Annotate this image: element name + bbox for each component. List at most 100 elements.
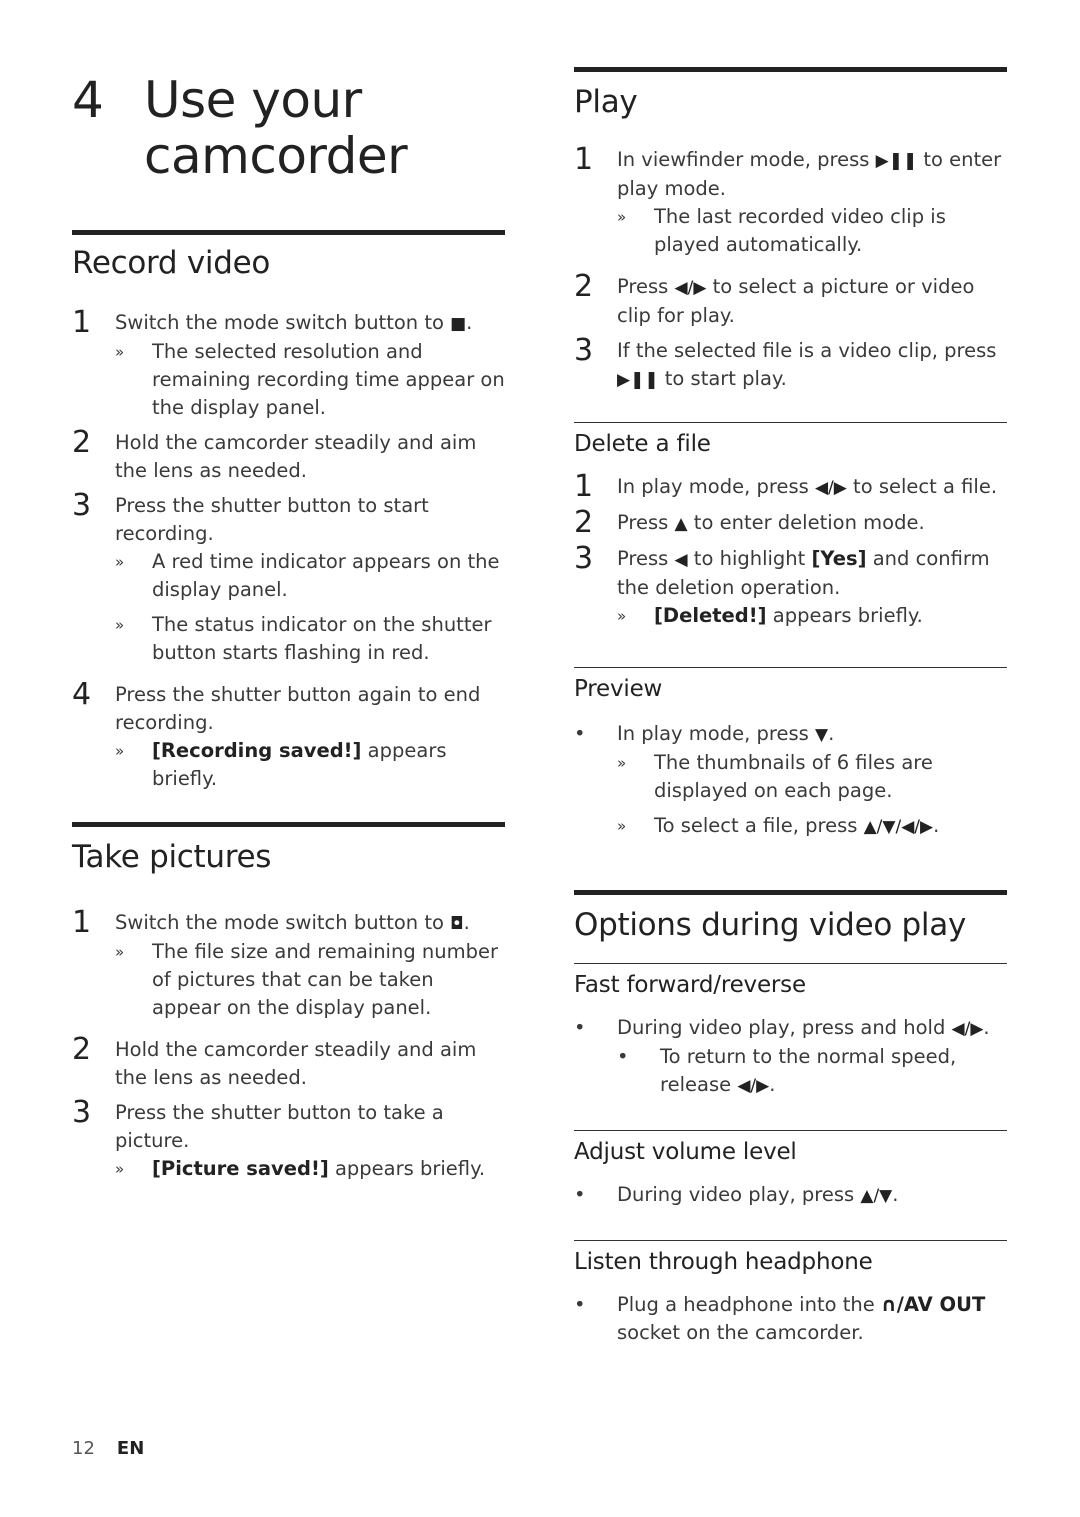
section-take-pictures: Take pictures 1 Switch the mode switch b… [72,822,505,1183]
step-text: . [466,311,473,334]
result: » [Picture saved!] appears briefly. [115,1155,505,1183]
step: 2 Hold the camcorder steadily and aim th… [72,427,505,485]
bullet-item: • During video play, press and hold ◀/▶. [574,1014,1007,1043]
camera-icon: ◘ [450,914,464,934]
step-text: to highlight [687,547,812,570]
status-message: [Deleted!] [654,604,767,627]
step-number: 1 [72,905,92,940]
result-text: appears briefly. [328,1157,486,1180]
result-text: The selected resolution and remaining re… [152,340,505,419]
result: » The status indicator on the shutter but… [115,611,505,667]
result: » The file size and remaining number of p… [115,938,505,1022]
chapter-heading: Use your camcorder [144,71,408,185]
step-number: 2 [574,505,594,540]
section-divider [574,963,1007,964]
step: 3 Press ◀ to highlight [Yes] and confirm… [574,541,1007,630]
result: » [Recording saved!] appears briefly. [115,737,505,793]
left-right-icon: ◀/▶ [814,478,847,498]
bullet-text: . [983,1016,990,1039]
option-label: [Yes] [811,547,867,570]
section-heading: Record video [72,245,271,281]
section-divider [574,422,1007,423]
result: » The selected resolution and remaining r… [115,338,505,422]
step-number: 3 [574,541,594,576]
section-play: Play 1 In viewfinder mode, press ▶❚❚ to … [574,67,1007,394]
step-text: Hold the camcorder steadily and aim the … [115,431,477,482]
bullet-text: Plug a headphone into the [617,1293,881,1316]
step-text: Press [617,275,675,298]
result-marker: » [115,616,125,634]
bullet-marker: • [574,1183,586,1206]
subsection-heading: Adjust volume level [574,1139,797,1165]
result-text: To select a file, press [654,814,864,837]
step-text: Press the shutter button to take a pictu… [115,1101,444,1152]
step: 3 Press the shutter button to take a pic… [72,1095,505,1183]
bullet-text: socket on the camcorder. [617,1321,864,1344]
result-marker: » [115,343,125,361]
status-message: [Picture saved!] [152,1157,329,1180]
step-text: Press [617,511,675,534]
result-marker: » [617,607,627,625]
subsection-heading: Delete a file [574,431,711,457]
headphone-icon: ∩ [880,1293,897,1316]
step-text: . [463,911,470,934]
step-text: In play mode, press [617,475,815,498]
left-right-icon: ◀/▶ [737,1076,770,1096]
step: 1 Switch the mode switch button to ◘. » T… [72,905,505,1022]
section-divider [574,890,1007,895]
step-number: 1 [574,469,594,504]
result-marker: » [617,208,627,226]
result-marker: » [115,943,125,961]
result-marker: » [617,817,627,835]
step-number: 1 [72,305,92,340]
section-heading: Options during video play [574,907,966,943]
result: » The thumbnails of 6 files are displayed… [617,749,1007,805]
bullet-text: . [892,1183,899,1206]
bullet-item: • In play mode, press ▼. » The thumbnails… [574,720,1007,841]
result-text: appears briefly. [766,604,923,627]
step-number: 2 [574,269,594,304]
section-delete-file: Delete a file 1 In play mode, press ◀/▶ … [574,422,1007,630]
step-number: 3 [72,1095,92,1130]
video-camera-icon: ■ [450,314,467,334]
step-number: 4 [72,677,92,712]
section-divider [574,67,1007,72]
subsection-heading: Fast forward/reverse [574,972,806,998]
step-text: Switch the mode switch button to [115,311,451,334]
section-divider [72,822,505,827]
up-down-left-right-icon: ▲/▼/◀/▶ [863,817,934,837]
result-marker: » [115,553,125,571]
section-record-video: Record video 1 Switch the mode switch bu… [72,230,505,793]
left-right-icon: ◀/▶ [951,1019,984,1039]
step-text: to start play. [658,367,787,390]
result-marker: » [617,754,627,772]
bullet-marker: • [617,1045,629,1068]
step-text: Hold the camcorder steadily and aim the … [115,1038,477,1089]
step-text: to enter deletion mode. [687,511,925,534]
bullet-marker: • [574,1293,586,1316]
step: 3 Press the shutter button to start reco… [72,490,505,667]
up-icon: ▲ [674,514,688,534]
step-text: Press the shutter button to start record… [115,494,429,545]
bullet-text: . [828,722,835,745]
result: » [Deleted!] appears briefly. [617,602,1007,630]
step: 3 If the selected file is a video clip, … [574,333,1007,394]
bullet-item: • Plug a headphone into the ∩/AV OUT soc… [574,1291,1007,1347]
language-code: EN [116,1438,145,1459]
section-divider [574,1130,1007,1131]
step-text: Press the shutter button again to end re… [115,683,481,734]
down-icon: ▼ [814,725,829,745]
step-number: 3 [574,333,594,368]
section-preview: Preview • In play mode, press ▼. » The th… [574,667,1007,841]
play-pause-icon: ▶❚❚ [617,370,659,390]
result-text: The last recorded video clip is played a… [654,205,946,256]
bullet-marker: • [574,1016,586,1039]
step-text: Press [617,547,675,570]
chapter-number: 4 [72,71,104,129]
result-text: The status indicator on the shutter butt… [152,613,492,664]
bullet-text: During video play, press [617,1183,861,1206]
step: 2 Hold the camcorder steadily and aim th… [72,1034,505,1092]
step-text: In viewfinder mode, press [617,148,876,171]
result: » The last recorded video clip is played … [617,203,1007,259]
step-text: to select a file. [846,475,998,498]
